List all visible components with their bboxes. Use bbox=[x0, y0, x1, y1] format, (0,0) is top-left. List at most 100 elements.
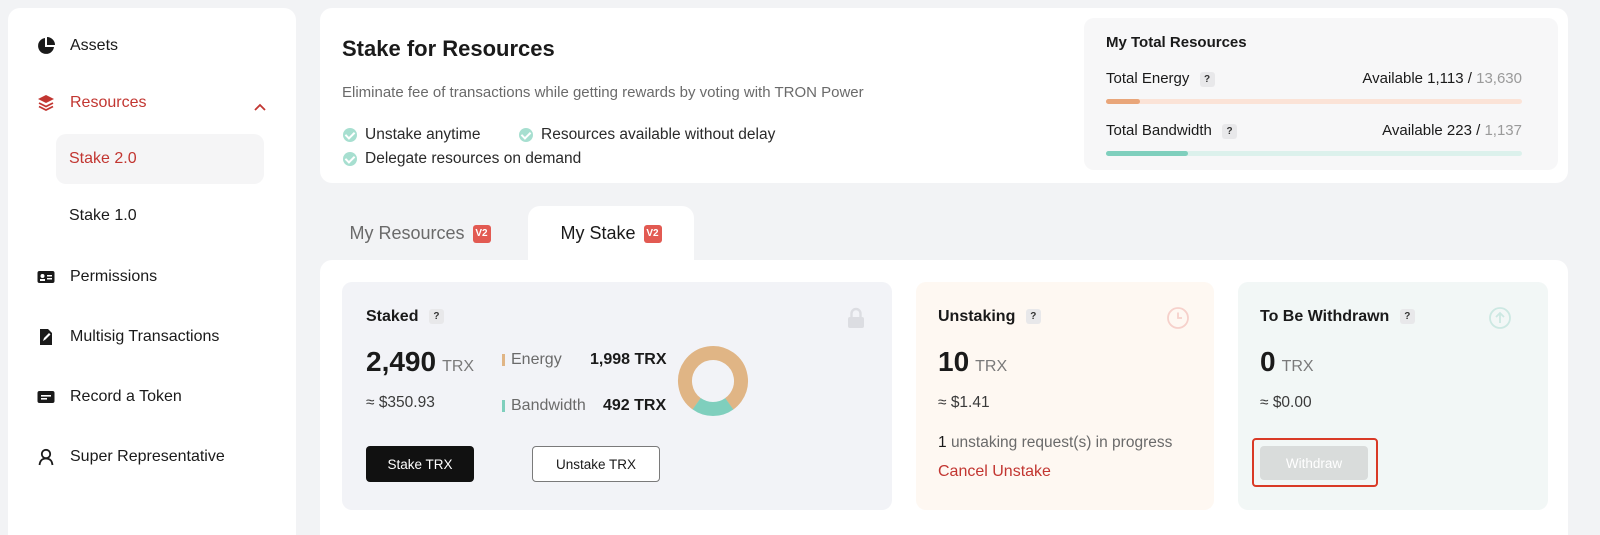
staked-amount-value: 2,490 bbox=[366, 346, 437, 377]
unstaking-amount: 10 TRX bbox=[938, 346, 1007, 378]
bandwidth-legend-label: Bandwidth bbox=[511, 397, 586, 414]
clock-icon bbox=[1167, 307, 1189, 329]
sidebar-item-resources[interactable]: Resources bbox=[36, 91, 146, 115]
tab-label: My Resources bbox=[349, 223, 465, 243]
v2-badge: V2 bbox=[643, 224, 662, 243]
check-icon bbox=[343, 152, 357, 166]
stake-trx-button[interactable]: Stake TRX bbox=[366, 446, 474, 482]
feature-label: Unstake anytime bbox=[365, 126, 481, 143]
withdraw-usd: ≈ $0.00 bbox=[1260, 394, 1312, 411]
feature-item: Delegate resources on demand bbox=[343, 150, 581, 168]
unstaking-title: Unstaking ? bbox=[938, 308, 1041, 326]
unit-label: TRX bbox=[975, 358, 1008, 375]
sidebar-subitem-stake-2[interactable]: Stake 2.0 bbox=[56, 134, 264, 184]
separator: / bbox=[1476, 122, 1481, 139]
sidebar-subitem-label: Stake 2.0 bbox=[69, 150, 137, 167]
feature-label: Delegate resources on demand bbox=[365, 150, 582, 167]
unstaking-usd: ≈ $1.41 bbox=[938, 394, 990, 411]
help-icon[interactable]: ? bbox=[428, 309, 444, 325]
bandwidth-legend: Bandwidth bbox=[502, 397, 586, 415]
sidebar-item-label: Record a Token bbox=[70, 388, 182, 405]
energy-progress-fill bbox=[1106, 99, 1141, 104]
cancel-unstake-link[interactable]: Cancel Unstake bbox=[938, 463, 1051, 481]
request-count: 1 bbox=[938, 434, 947, 451]
request-text: unstaking request(s) in progress bbox=[950, 434, 1173, 451]
staked-title: Staked ? bbox=[366, 308, 444, 326]
sidebar-item-label: Assets bbox=[70, 37, 119, 54]
page-subtitle: Eliminate fee of transactions while gett… bbox=[342, 84, 864, 101]
staked-usd: ≈ $350.93 bbox=[366, 394, 435, 411]
energy-available: Available 1,113 bbox=[1362, 70, 1464, 87]
bandwidth-progress-fill bbox=[1106, 151, 1188, 156]
sidebar-item-multisig[interactable]: Multisig Transactions bbox=[36, 325, 219, 349]
bandwidth-available: Available 223 bbox=[1382, 122, 1472, 139]
bandwidth-staked-value: 492 TRX bbox=[603, 397, 667, 414]
bandwidth-row: Total Bandwidth ? Available 223 / 1,137 bbox=[1106, 122, 1522, 139]
sidebar: Assets Resources Stake 2.0 Stake 1.0 Per… bbox=[8, 8, 296, 535]
staked-title-label: Staked bbox=[366, 308, 419, 325]
bandwidth-availability: Available 223 / 1,137 bbox=[1382, 122, 1522, 139]
bandwidth-label-group: Total Bandwidth ? bbox=[1106, 122, 1238, 139]
withdraw-title: To Be Withdrawn ? bbox=[1260, 308, 1415, 326]
sidebar-item-label: Super Representative bbox=[70, 448, 225, 465]
document-edit-icon bbox=[36, 327, 56, 347]
energy-row: Total Energy ? Available 1,113 / 13,630 bbox=[1106, 70, 1522, 87]
total-resources-box: My Total Resources Total Energy ? Availa… bbox=[1084, 18, 1558, 170]
sidebar-item-label: Permissions bbox=[70, 268, 158, 285]
layers-icon bbox=[36, 93, 56, 113]
separator: / bbox=[1467, 70, 1472, 87]
staked-amount: 2,490 TRX bbox=[366, 346, 474, 378]
tab-my-resources[interactable]: My Resources V2 bbox=[330, 206, 510, 261]
withdraw-amount-value: 0 bbox=[1260, 346, 1276, 377]
feature-item: Resources available without delay bbox=[519, 126, 775, 144]
energy-label-group: Total Energy ? bbox=[1106, 70, 1215, 87]
bandwidth-label: Total Bandwidth bbox=[1106, 122, 1212, 139]
unstaking-requests: 1 unstaking request(s) in progress bbox=[938, 434, 1172, 452]
help-icon[interactable]: ? bbox=[1222, 123, 1238, 139]
energy-legend-mark bbox=[502, 354, 505, 366]
feature-label: Resources available without delay bbox=[541, 126, 776, 143]
stake-donut-chart bbox=[678, 346, 748, 416]
energy-total: 13,630 bbox=[1476, 70, 1522, 87]
help-icon[interactable]: ? bbox=[1399, 309, 1415, 325]
sidebar-item-label: Multisig Transactions bbox=[70, 328, 220, 345]
tab-label: My Stake bbox=[560, 223, 636, 243]
tab-my-stake[interactable]: My Stake V2 bbox=[528, 206, 694, 261]
chevron-up-icon[interactable] bbox=[252, 100, 268, 116]
sidebar-subitem-stake-1[interactable]: Stake 1.0 bbox=[56, 191, 264, 241]
unstaking-amount-value: 10 bbox=[938, 346, 970, 377]
v2-badge: V2 bbox=[472, 224, 491, 243]
stake-header-card: Stake for Resources Eliminate fee of tra… bbox=[320, 8, 1568, 183]
check-icon bbox=[519, 128, 533, 142]
sidebar-item-label: Resources bbox=[70, 94, 147, 111]
withdraw-button[interactable]: Withdraw bbox=[1260, 446, 1368, 480]
energy-availability: Available 1,113 / 13,630 bbox=[1362, 70, 1522, 87]
unstaking-title-label: Unstaking bbox=[938, 308, 1016, 325]
unstaking-card: Unstaking ? 10 TRX ≈ $1.41 1 unstaking re… bbox=[916, 282, 1214, 510]
sidebar-item-record-token[interactable]: Record a Token bbox=[36, 385, 182, 409]
sidebar-item-permissions[interactable]: Permissions bbox=[36, 265, 157, 289]
arrow-up-circle-icon bbox=[1489, 307, 1511, 329]
energy-legend-label: Energy bbox=[511, 351, 562, 368]
sidebar-item-super-rep[interactable]: Super Representative bbox=[36, 445, 225, 469]
unstake-trx-button[interactable]: Unstake TRX bbox=[532, 446, 660, 482]
lock-icon bbox=[848, 307, 864, 328]
unit-label: TRX bbox=[442, 358, 475, 375]
withdraw-title-label: To Be Withdrawn bbox=[1260, 308, 1390, 325]
check-icon bbox=[343, 128, 357, 142]
bandwidth-progress-bar bbox=[1106, 151, 1522, 156]
help-icon[interactable]: ? bbox=[1025, 309, 1041, 325]
person-icon bbox=[36, 447, 56, 467]
staked-card: Staked ? 2,490 TRX ≈ $350.93 Energy 1,998… bbox=[342, 282, 892, 510]
sidebar-subitem-label: Stake 1.0 bbox=[69, 207, 137, 224]
feature-item: Unstake anytime bbox=[343, 126, 480, 144]
sidebar-item-assets[interactable]: Assets bbox=[36, 34, 118, 58]
total-resources-title: My Total Resources bbox=[1106, 34, 1247, 51]
bandwidth-legend-mark bbox=[502, 400, 505, 412]
bandwidth-total: 1,137 bbox=[1484, 122, 1522, 139]
my-stake-panel: Staked ? 2,490 TRX ≈ $350.93 Energy 1,998… bbox=[320, 260, 1568, 535]
withdraw-card: To Be Withdrawn ? 0 TRX ≈ $0.00 Withdraw bbox=[1238, 282, 1548, 510]
help-icon[interactable]: ? bbox=[1199, 71, 1215, 87]
energy-staked-value: 1,998 TRX bbox=[590, 351, 667, 368]
id-card-icon bbox=[36, 267, 56, 287]
